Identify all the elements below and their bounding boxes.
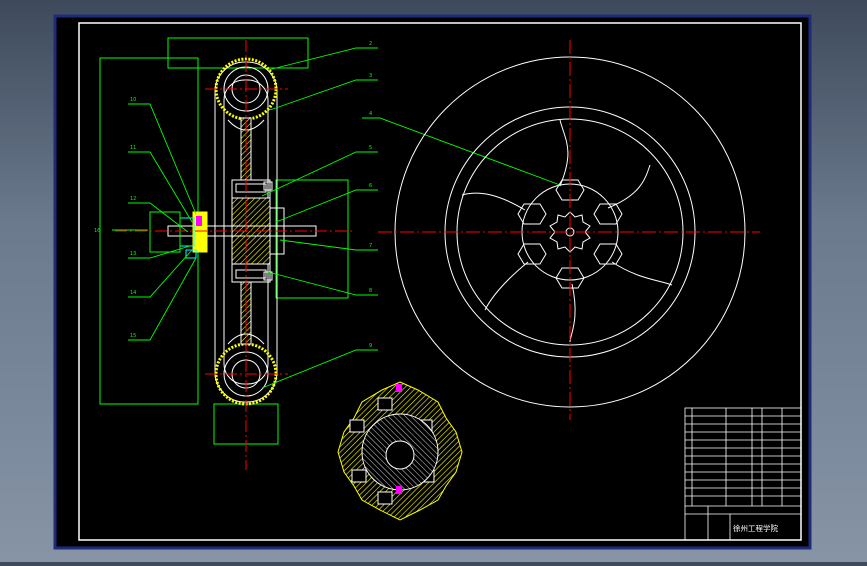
balloon: 2	[369, 41, 372, 47]
sprocket-key-bottom	[396, 486, 402, 494]
balloon: 14	[130, 290, 136, 296]
cad-viewport: 2 3 4 5 6 7 8 9 10 11 12 13 14 15 16 徐州工…	[0, 0, 867, 562]
balloon: 7	[369, 243, 372, 249]
balloon: 8	[369, 288, 372, 294]
balloon: 16	[94, 228, 100, 234]
balloon: 5	[369, 145, 372, 151]
balloon: 13	[130, 251, 136, 257]
balloon: 12	[130, 196, 136, 202]
balloon: 15	[130, 333, 136, 339]
balloon: 10	[130, 97, 136, 103]
cad-drawing: 2 3 4 5 6 7 8 9 10 11 12 13 14 15 16 徐州工…	[53, 14, 812, 550]
balloon: 11	[130, 145, 136, 151]
sprocket-bore	[385, 440, 415, 470]
coupling-key	[196, 216, 202, 226]
balloon: 6	[369, 183, 372, 189]
balloon: 4	[369, 111, 372, 117]
balloon: 3	[369, 73, 372, 79]
balloon: 9	[369, 343, 372, 349]
school-name: 徐州工程学院	[733, 523, 778, 533]
sprocket-key-top	[396, 384, 402, 392]
